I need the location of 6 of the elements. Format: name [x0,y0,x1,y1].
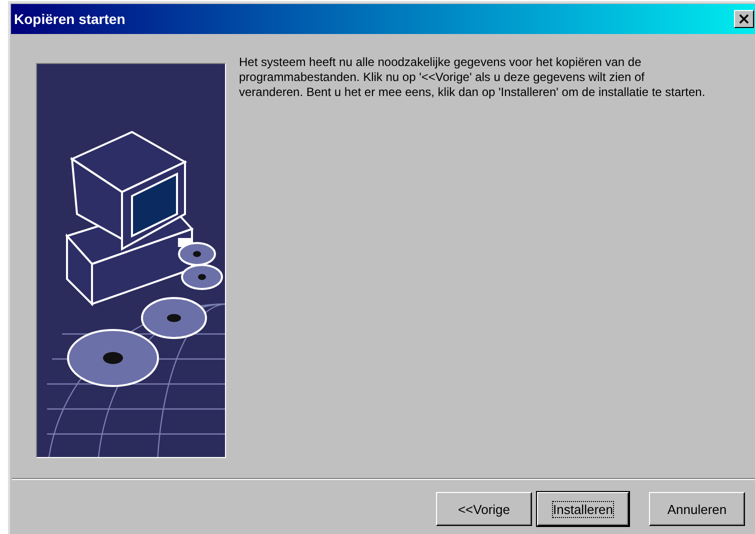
instruction-text: Het systeem heeft nu alle noodzakelijke gegevens voor het kopiëren van de programmabestanden. Klik nu op '<<Vorige' als u deze gegevens wilt zien of veranderen. Bent u het er mee eens, klik dan op 'Installeren' om de installatie te starten. [239,55,706,100]
close-button[interactable]: × [734,10,754,28]
dialog-button[interactable]: Installeren [537,492,629,526]
dialog-button[interactable]: Annuleren [649,492,745,526]
window-title: Kopiëren starten [14,11,126,27]
dialog-button[interactable]: <<Vorige [436,492,532,526]
